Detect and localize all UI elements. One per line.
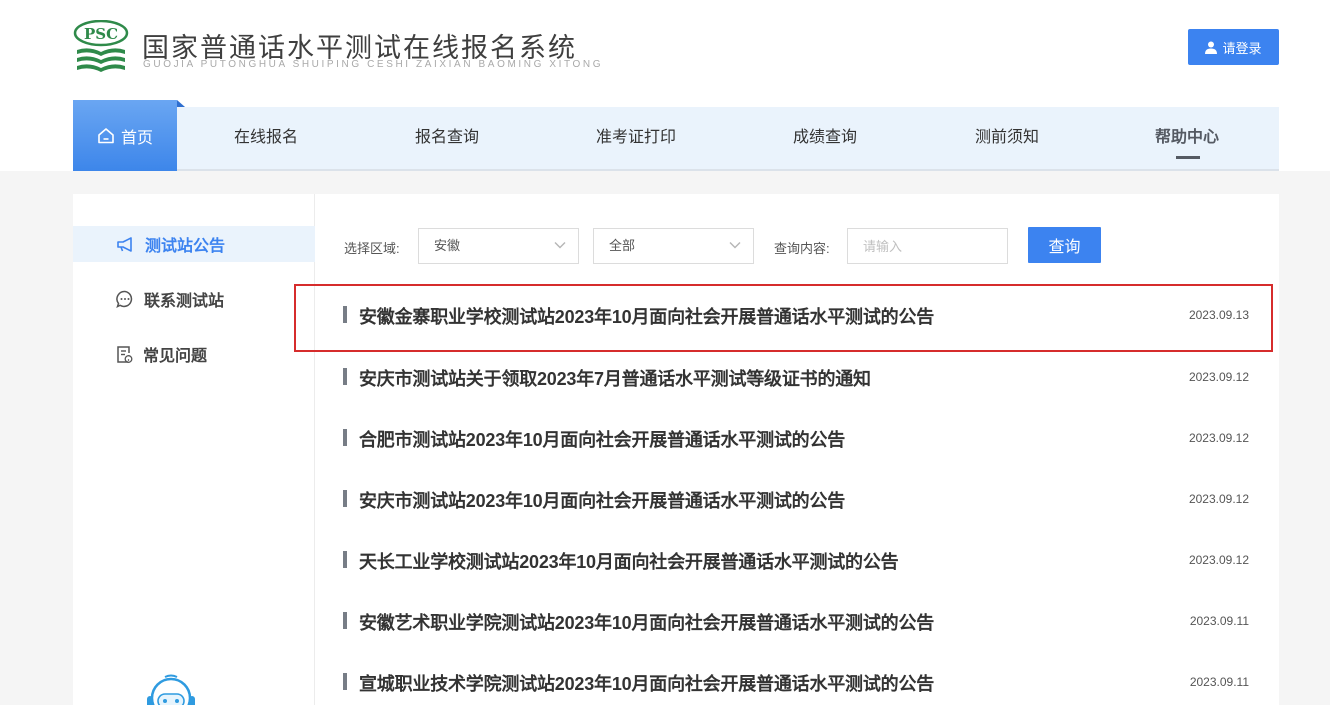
chat-bubble-icon xyxy=(116,290,133,308)
bullet-bar xyxy=(343,306,347,323)
city-select[interactable]: 全部 xyxy=(593,228,754,264)
province-select[interactable]: 安徽 xyxy=(418,228,579,264)
nav-active-indicator xyxy=(1176,156,1200,159)
nav-help-center[interactable]: 帮助中心 xyxy=(1155,107,1219,169)
notice-row[interactable]: 安庆市测试站2023年10月面向社会开展普通话水平测试的公告 2023.09.1… xyxy=(343,484,1249,514)
notice-title[interactable]: 宣城职业技术学院测试站2023年10月面向社会开展普通话水平测试的公告 xyxy=(359,670,934,696)
nav-registration-query[interactable]: 报名查询 xyxy=(415,107,479,169)
sidebar-item-label: 测试站公告 xyxy=(145,238,226,255)
city-select-value: 全部 xyxy=(609,238,636,253)
sidebar-item-contact-station[interactable]: 联系测试站 xyxy=(73,281,315,317)
notice-title[interactable]: 安徽艺术职业学院测试站2023年10月面向社会开展普通话水平测试的公告 xyxy=(359,609,934,635)
notice-row[interactable]: 安徽艺术职业学院测试站2023年10月面向社会开展普通话水平测试的公告 2023… xyxy=(343,606,1249,636)
notice-date: 2023.09.11 xyxy=(1189,614,1249,628)
notice-title[interactable]: 安徽金寨职业学校测试站2023年10月面向社会开展普通话水平测试的公告 xyxy=(359,303,934,329)
notice-date: 2023.09.12 xyxy=(1188,553,1249,567)
notice-date: 2023.09.12 xyxy=(1188,431,1249,445)
user-icon xyxy=(1205,41,1218,54)
site-subtitle: GUOJIA PUTONGHUA SHUIPING CESHI ZAIXIAN … xyxy=(143,59,604,70)
notice-title[interactable]: 合肥市测试站2023年10月面向社会开展普通话水平测试的公告 xyxy=(359,426,845,452)
bullet-bar xyxy=(343,612,347,629)
notice-date: 2023.09.13 xyxy=(1188,308,1249,322)
notice-date: 2023.09.12 xyxy=(1188,492,1249,506)
content-card: 测试站公告 联系测试站 常见问题 选择区域: 安徽 全部 查询内容: 请输入 查… xyxy=(73,194,1279,705)
sidebar-item-label: 常见问题 xyxy=(143,348,208,365)
notice-row[interactable]: 安徽金寨职业学校测试站2023年10月面向社会开展普通话水平测试的公告 2023… xyxy=(343,300,1249,330)
psc-logo: PSC xyxy=(73,20,129,72)
login-label: 请登录 xyxy=(1222,40,1262,56)
chevron-down-icon xyxy=(729,242,741,249)
notice-title[interactable]: 天长工业学校测试站2023年10月面向社会开展普通话水平测试的公告 xyxy=(359,548,899,574)
sidebar-item-announcements[interactable]: 测试站公告 xyxy=(73,226,315,262)
bullet-bar xyxy=(343,673,347,690)
home-icon xyxy=(98,128,114,144)
province-select-value: 安徽 xyxy=(434,238,461,253)
region-label: 选择区域: xyxy=(344,241,400,256)
sidebar-item-label: 联系测试站 xyxy=(144,293,225,310)
login-button[interactable]: 请登录 xyxy=(1188,29,1279,65)
query-input[interactable] xyxy=(847,228,1008,264)
nav-admission-ticket-print[interactable]: 准考证打印 xyxy=(596,107,676,169)
sidebar-item-faq[interactable]: 常见问题 xyxy=(73,336,315,372)
main-nav: 首页 在线报名 报名查询 准考证打印 成绩查询 测前须知 帮助中心 xyxy=(73,100,1279,171)
nav-score-query[interactable]: 成绩查询 xyxy=(793,107,857,169)
nav-home-label: 首页 xyxy=(120,129,153,147)
notice-title[interactable]: 安庆市测试站关于领取2023年7月普通话水平测试等级证书的通知 xyxy=(359,365,871,391)
nav-home[interactable]: 首页 xyxy=(73,100,185,171)
query-button[interactable]: 查询 xyxy=(1028,227,1101,263)
bullet-bar xyxy=(343,368,347,385)
logo-text: PSC xyxy=(84,25,118,43)
notice-row[interactable]: 宣城职业技术学院测试站2023年10月面向社会开展普通话水平测试的公告 2023… xyxy=(343,667,1249,697)
notice-row[interactable]: 天长工业学校测试站2023年10月面向社会开展普通话水平测试的公告 2023.0… xyxy=(343,545,1249,575)
megaphone-icon xyxy=(117,236,132,252)
sidebar: 测试站公告 联系测试站 常见问题 xyxy=(73,194,315,705)
query-label: 查询内容: xyxy=(774,241,830,256)
notice-row[interactable]: 合肥市测试站2023年10月面向社会开展普通话水平测试的公告 2023.09.1… xyxy=(343,423,1249,453)
bullet-bar xyxy=(343,551,347,568)
bullet-bar xyxy=(343,490,347,507)
chevron-down-icon xyxy=(554,242,566,249)
notice-date: 2023.09.12 xyxy=(1188,370,1249,384)
notice-title[interactable]: 安庆市测试站2023年10月面向社会开展普通话水平测试的公告 xyxy=(359,487,845,513)
notice-date: 2023.09.11 xyxy=(1189,675,1249,689)
notice-row[interactable]: 安庆市测试站关于领取2023年7月普通话水平测试等级证书的通知 2023.09.… xyxy=(343,362,1249,392)
nav-pre-test-notice[interactable]: 测前须知 xyxy=(975,107,1039,169)
service-robot-icon[interactable] xyxy=(143,674,199,705)
document-question-icon xyxy=(117,345,133,363)
nav-online-registration[interactable]: 在线报名 xyxy=(234,107,298,169)
bullet-bar xyxy=(343,429,347,446)
